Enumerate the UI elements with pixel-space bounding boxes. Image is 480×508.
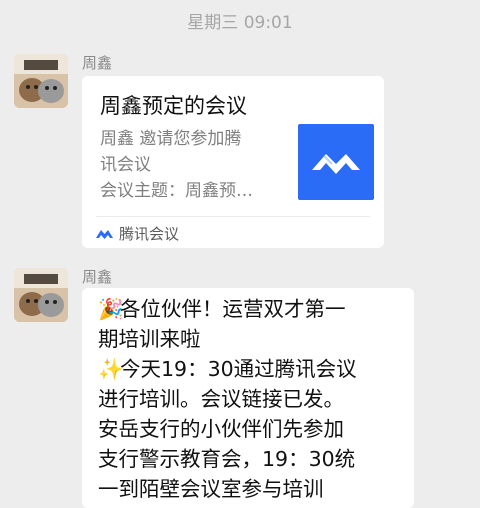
sparkles-icon: ✨ <box>98 357 124 381</box>
message-line: 🎉各位伙伴！运营双才第一 <box>98 294 408 324</box>
sender-name: 周鑫 <box>82 54 113 72</box>
card-desc-line: 会议主题：周鑫预… <box>100 181 253 201</box>
message-line: 支行警示教育会，19：30统 <box>98 447 356 471</box>
avatar[interactable] <box>14 54 68 108</box>
cat-photo-icon <box>14 54 68 108</box>
avatar[interactable] <box>14 268 68 322</box>
message-line: 一到陌壁会议室参与培训 <box>98 477 324 501</box>
message-line: 进行培训。会议链接已发。 <box>98 387 344 411</box>
card-description: 周鑫 邀请您参加腾 讯会议 会议主题：周鑫预… <box>100 126 290 204</box>
cat-photo-icon <box>14 268 68 322</box>
message-line: 期培训来啦 <box>98 327 201 351</box>
card-desc-line: 周鑫 邀请您参加腾 <box>100 129 242 149</box>
card-thumbnail <box>298 124 374 200</box>
tencent-meeting-small-icon <box>96 230 113 239</box>
tencent-meeting-logo-icon <box>312 154 360 174</box>
card-divider <box>96 216 370 217</box>
card-source-label: 腾讯会议 <box>119 224 180 243</box>
card-title: 周鑫预定的会议 <box>100 94 247 118</box>
party-popper-icon: 🎉 <box>98 297 124 321</box>
message-line: 安岳支行的小伙伴们先参加 <box>98 417 344 441</box>
message-line: ✨今天19：30通过腾讯会议 <box>98 354 408 384</box>
card-desc-line: 讯会议 <box>100 155 151 175</box>
text-message-bubble[interactable]: 🎉各位伙伴！运营双才第一 期培训来啦 ✨今天19：30通过腾讯会议 进行培训。会… <box>82 288 414 508</box>
card-source: 腾讯会议 <box>96 222 179 244</box>
sender-name: 周鑫 <box>82 268 113 286</box>
message-timestamp: 星期三 09:01 <box>187 13 293 33</box>
message-text: 🎉各位伙伴！运营双才第一 期培训来啦 ✨今天19：30通过腾讯会议 进行培训。会… <box>98 294 408 504</box>
meeting-invite-card[interactable]: 周鑫预定的会议 周鑫 邀请您参加腾 讯会议 会议主题：周鑫预… 腾讯会议 <box>82 76 384 248</box>
